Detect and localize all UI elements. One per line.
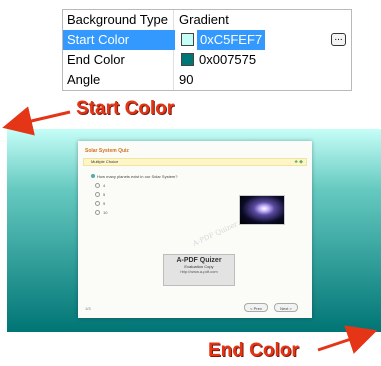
- start-arrow-icon: [2, 106, 71, 136]
- annotation-arrows: [2, 106, 378, 354]
- end-arrow-icon: [317, 325, 378, 354]
